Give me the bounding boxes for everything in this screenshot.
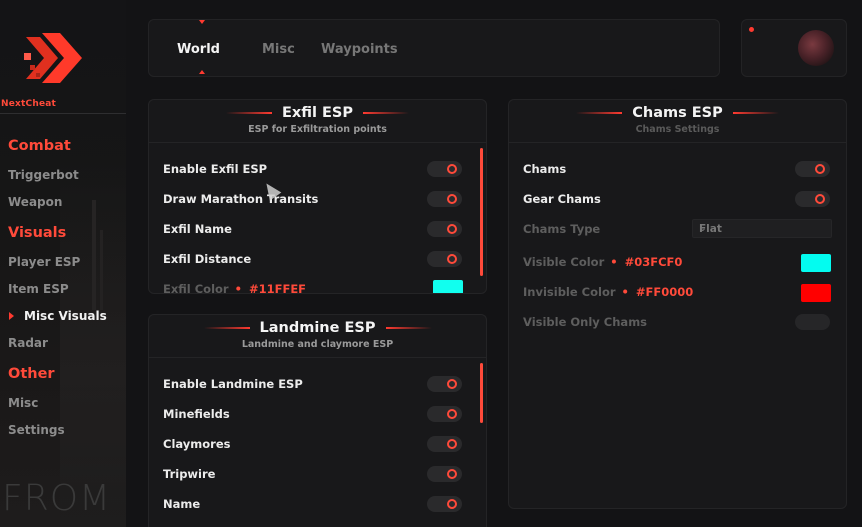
- name-toggle[interactable]: [427, 496, 462, 512]
- exfil-esp-panel: Exfil ESP ESP for Exfiltration points En…: [148, 99, 487, 294]
- landmine-esp-panel: Landmine ESP Landmine and claymore ESP E…: [148, 314, 487, 527]
- tab-waypoints[interactable]: Waypoints: [321, 42, 398, 57]
- sidebar-item-misc[interactable]: Misc: [8, 396, 38, 410]
- claymores-toggle[interactable]: [427, 436, 462, 452]
- landmine-scrollbar[interactable]: [480, 363, 483, 423]
- gear-chams-toggle[interactable]: [795, 191, 830, 207]
- landmine-esp-subtitle: Landmine and claymore ESP: [241, 339, 394, 350]
- invisible-color-label: Invisible Color#FF0000: [523, 285, 693, 299]
- enable-landmine-esp-toggle[interactable]: [427, 376, 462, 392]
- minefields-label: Minefields: [163, 407, 230, 421]
- chams-esp-subtitle: Chams Settings: [635, 124, 720, 135]
- tab-bar: World Misc Waypoints: [148, 19, 720, 77]
- visible-only-chams-toggle[interactable]: [795, 314, 830, 330]
- exfil-color-hex: #11FFEF: [235, 282, 306, 293]
- active-tab-marker-top: [199, 20, 205, 24]
- sidebar-category-other: Other: [8, 366, 55, 382]
- sidebar-item-player-esp[interactable]: Player ESP: [8, 255, 80, 269]
- visible-only-chams-label: Visible Only Chams: [523, 315, 648, 329]
- chevron-down-icon: ⌄: [699, 224, 707, 234]
- exfil-color-swatch[interactable]: [433, 280, 463, 293]
- minefields-toggle[interactable]: [427, 406, 462, 422]
- sidebar-item-item-esp[interactable]: Item ESP: [8, 282, 69, 296]
- chams-label: Chams: [523, 162, 567, 176]
- invisible-color-hex: #FF0000: [622, 285, 694, 299]
- sidebar-item-weapon[interactable]: Weapon: [8, 195, 62, 209]
- visible-color-hex: #03FCF0: [610, 255, 682, 269]
- chams-type-select[interactable]: Flat ⌄: [692, 219, 832, 238]
- sidebar-item-settings[interactable]: Settings: [8, 423, 65, 437]
- gear-chams-label: Gear Chams: [523, 192, 601, 206]
- brand-divider: [0, 113, 126, 114]
- status-dot: [749, 27, 754, 32]
- sidebar-background-tower-2: [100, 230, 103, 310]
- exfil-distance-label: Exfil Distance: [163, 252, 252, 266]
- sidebar-category-visuals: Visuals: [8, 225, 67, 241]
- exfil-color-label: Exfil Color#11FFEF: [163, 282, 306, 293]
- sidebar-item-radar[interactable]: Radar: [8, 336, 48, 350]
- active-item-arrow-icon: [9, 312, 14, 320]
- nextcheat-logo: [24, 33, 82, 83]
- chams-esp-title: Chams ESP: [509, 105, 846, 121]
- sidebar-category-combat: Combat: [8, 138, 71, 154]
- sidebar-item-triggerbot[interactable]: Triggerbot: [8, 168, 79, 182]
- brand-name: NextCheat: [1, 99, 57, 109]
- exfil-esp-title: Exfil ESP: [149, 105, 486, 121]
- landmine-esp-title: Landmine ESP: [149, 320, 486, 336]
- enable-exfil-esp-label: Enable Exfil ESP: [163, 162, 268, 176]
- background-watermark-text: FROM: [2, 478, 112, 519]
- visible-color-label: Visible Color#03FCF0: [523, 255, 682, 269]
- chams-esp-panel: Chams ESP Chams Settings Chams Gear Cham…: [508, 99, 847, 509]
- name-label: Name: [163, 497, 201, 511]
- sidebar-item-misc-visuals[interactable]: Misc Visuals: [24, 309, 107, 323]
- tab-misc[interactable]: Misc: [262, 42, 295, 57]
- tripwire-label: Tripwire: [163, 467, 216, 481]
- exfil-name-toggle[interactable]: [427, 221, 462, 237]
- exfil-esp-subtitle: ESP for Exfiltration points: [248, 124, 387, 135]
- exfil-scrollbar[interactable]: [480, 148, 483, 276]
- visible-color-swatch[interactable]: [801, 254, 831, 272]
- tab-world[interactable]: World: [177, 42, 220, 57]
- sidebar-background-tower: [92, 200, 96, 310]
- active-tab-marker-bottom: [199, 70, 205, 74]
- claymores-label: Claymores: [163, 437, 231, 451]
- chams-toggle[interactable]: [795, 161, 830, 177]
- exfil-distance-toggle[interactable]: [427, 251, 462, 267]
- invisible-color-swatch[interactable]: [801, 284, 831, 302]
- exfil-name-label: Exfil Name: [163, 222, 232, 236]
- draw-marathon-transits-toggle[interactable]: [427, 191, 462, 207]
- profile-panel: [741, 19, 847, 77]
- draw-marathon-transits-label: Draw Marathon Transits: [163, 192, 319, 206]
- sidebar: NextCheat Combat Triggerbot Weapon Visua…: [0, 0, 126, 527]
- tripwire-toggle[interactable]: [427, 466, 462, 482]
- chams-type-label: Chams Type: [523, 222, 601, 236]
- avatar[interactable]: [798, 30, 834, 66]
- enable-exfil-esp-toggle[interactable]: [427, 161, 462, 177]
- enable-landmine-esp-label: Enable Landmine ESP: [163, 377, 303, 391]
